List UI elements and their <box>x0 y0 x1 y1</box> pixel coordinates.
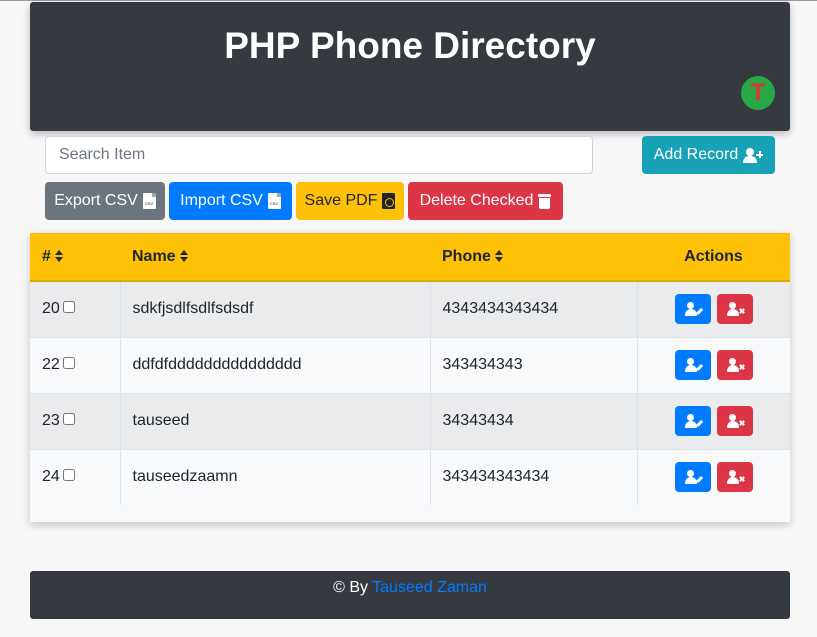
delete-checked-label: Delete Checked <box>419 192 534 209</box>
row-phone-cell: 343434343 <box>430 336 638 393</box>
row-phone-cell: 34343434 <box>430 392 638 449</box>
user-remove-icon <box>726 414 745 428</box>
column-header-id[interactable]: # <box>30 233 120 282</box>
edit-row-button[interactable] <box>674 406 711 436</box>
footer-prefix: © By <box>333 579 368 596</box>
user-edit-icon <box>684 302 703 317</box>
add-record-button[interactable]: Add Record <box>642 136 775 174</box>
row-id-cell: 22 <box>30 336 121 393</box>
row-checkbox[interactable] <box>62 357 75 369</box>
user-remove-icon <box>726 358 745 372</box>
import-csv-button[interactable]: Import CSV CSV <box>169 182 292 220</box>
delete-row-button[interactable] <box>716 294 753 325</box>
import-csv-label: Import CSV <box>180 192 263 209</box>
row-id-cell: 20 <box>30 280 121 337</box>
table-row: 23 tauseed 34343434 <box>30 392 790 449</box>
csv-file-icon: CSV <box>142 193 156 209</box>
save-pdf-label: Save PDF <box>304 192 378 209</box>
user-remove-icon <box>726 470 745 485</box>
row-phone-cell: 4343434343434 <box>430 280 638 337</box>
edit-row-button[interactable] <box>674 294 711 325</box>
page-header: PHP Phone Directory T <box>30 2 790 131</box>
export-csv-button[interactable]: Export CSV CSV <box>45 182 165 220</box>
table-row: 24 tauseedzaamn 343434343434 <box>30 448 790 505</box>
row-name-cell: ddfdfddddddddddddddd <box>120 336 431 393</box>
row-actions-cell <box>637 336 790 393</box>
edit-row-button[interactable] <box>674 462 711 493</box>
row-name-cell: tauseed <box>120 392 431 449</box>
row-actions-cell <box>637 280 790 337</box>
column-header-actions: Actions <box>637 233 790 282</box>
user-edit-icon <box>684 414 703 428</box>
row-phone-cell: 343434343434 <box>430 448 638 505</box>
table-header-row: # Name Phone Actions <box>30 233 790 282</box>
csv-file-icon: CSV <box>267 193 281 209</box>
page-title: PHP Phone Directory <box>224 25 596 66</box>
directory-table: # Name Phone Actions 20 sdkfjsdlfsdlfsds… <box>30 233 790 505</box>
delete-checked-button[interactable]: Delete Checked <box>408 182 563 220</box>
delete-row-button[interactable] <box>716 406 753 436</box>
avatar-letter: T <box>750 79 766 106</box>
author-link[interactable]: Tauseed Zaman <box>372 579 487 596</box>
table-row: 20 sdkfjsdlfsdlfsdsdf 4343434343434 <box>30 280 790 337</box>
delete-row-button[interactable] <box>716 350 753 380</box>
page-footer: © By Tauseed Zaman <box>30 571 790 619</box>
add-record-label: Add Record <box>653 146 739 163</box>
save-pdf-button[interactable]: Save PDF <box>296 182 404 220</box>
sort-icon <box>54 249 63 262</box>
edit-row-button[interactable] <box>674 350 711 380</box>
row-checkbox[interactable] <box>62 469 75 482</box>
user-plus-icon <box>743 147 764 163</box>
user-avatar[interactable]: T <box>741 76 775 110</box>
user-edit-icon <box>684 470 703 485</box>
user-remove-icon <box>726 302 745 317</box>
row-name-cell: sdkfjsdlfsdlfsdsdf <box>120 280 431 337</box>
row-checkbox[interactable] <box>62 413 75 425</box>
user-edit-icon <box>684 358 703 372</box>
row-actions-cell <box>637 448 790 505</box>
trash-icon <box>538 193 552 209</box>
sort-icon <box>494 249 503 262</box>
directory-table-card: # Name Phone Actions 20 sdkfjsdlfsdlfsds… <box>30 233 790 522</box>
top-border-line <box>0 0 817 1</box>
column-header-name[interactable]: Name <box>120 233 430 282</box>
export-csv-label: Export CSV <box>54 192 138 209</box>
sort-icon <box>179 249 188 262</box>
pdf-file-icon <box>382 193 396 209</box>
column-header-phone[interactable]: Phone <box>430 233 637 282</box>
row-id-cell: 24 <box>30 448 121 505</box>
search-input[interactable] <box>45 136 593 174</box>
table-row: 22 ddfdfddddddddddddddd 343434343 <box>30 336 790 393</box>
row-id-cell: 23 <box>30 392 121 449</box>
row-checkbox[interactable] <box>62 301 75 314</box>
row-name-cell: tauseedzaamn <box>120 448 431 505</box>
delete-row-button[interactable] <box>716 462 753 493</box>
row-actions-cell <box>637 392 790 449</box>
